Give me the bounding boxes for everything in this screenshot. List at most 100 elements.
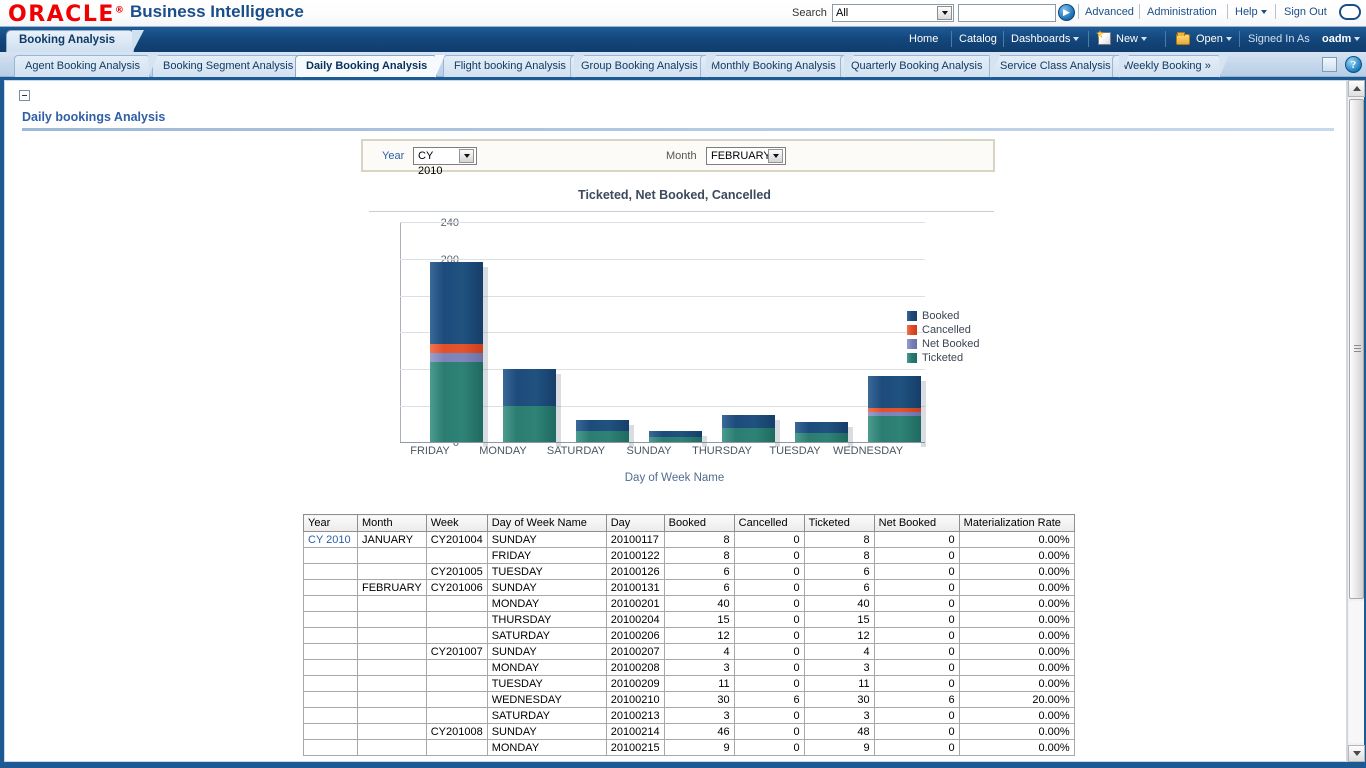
cell-week[interactable]: CY201006 bbox=[426, 580, 487, 596]
cell-booked[interactable]: 8 bbox=[664, 548, 734, 564]
cell-day[interactable]: 20100209 bbox=[606, 676, 664, 692]
advanced-link[interactable]: Advanced bbox=[1085, 6, 1134, 18]
cell-day[interactable]: 20100208 bbox=[606, 660, 664, 676]
nav-open-menu[interactable]: Open bbox=[1196, 33, 1232, 45]
cell-net-booked[interactable]: 0 bbox=[874, 660, 959, 676]
bar-saturday[interactable] bbox=[576, 420, 629, 442]
collapse-minus-icon[interactable] bbox=[19, 90, 30, 101]
cell-cancelled[interactable]: 0 bbox=[734, 660, 804, 676]
cell-net-booked[interactable]: 0 bbox=[874, 644, 959, 660]
search-go-icon[interactable]: ▶ bbox=[1058, 4, 1075, 21]
cell-day-of-week-name[interactable]: MONDAY bbox=[487, 740, 606, 756]
cell-day[interactable]: 20100126 bbox=[606, 564, 664, 580]
sign-out-link[interactable]: Sign Out bbox=[1284, 6, 1327, 18]
cell-ticketed[interactable]: 6 bbox=[804, 580, 874, 596]
cell-materialization-rate[interactable]: 0.00% bbox=[959, 628, 1074, 644]
cell-materialization-rate[interactable]: 0.00% bbox=[959, 644, 1074, 660]
cell-booked[interactable]: 30 bbox=[664, 692, 734, 708]
cell-cancelled[interactable]: 0 bbox=[734, 564, 804, 580]
cell-booked[interactable]: 11 bbox=[664, 676, 734, 692]
cell-day-of-week-name[interactable]: MONDAY bbox=[487, 660, 606, 676]
cell-day[interactable]: 20100131 bbox=[606, 580, 664, 596]
legend-item-cancelled[interactable]: Cancelled bbox=[907, 323, 979, 337]
cell-materialization-rate[interactable]: 0.00% bbox=[959, 724, 1074, 740]
nav-new-menu[interactable]: New bbox=[1116, 33, 1147, 45]
cell-materialization-rate[interactable]: 0.00% bbox=[959, 564, 1074, 580]
cell-net-booked[interactable]: 0 bbox=[874, 676, 959, 692]
cell-day-of-week-name[interactable]: SUNDAY bbox=[487, 532, 606, 548]
nav-home-link[interactable]: Home bbox=[909, 33, 938, 45]
col-cancelled[interactable]: Cancelled bbox=[734, 515, 804, 532]
cell-cancelled[interactable]: 0 bbox=[734, 724, 804, 740]
bar-monday[interactable] bbox=[503, 369, 556, 442]
bar-wednesday[interactable] bbox=[868, 376, 921, 442]
tab-group-booking-analysis[interactable]: Group Booking Analysis bbox=[570, 55, 708, 77]
cell-booked[interactable]: 40 bbox=[664, 596, 734, 612]
user-menu[interactable]: oadm bbox=[1322, 33, 1360, 45]
tab-quarterly-booking-analysis[interactable]: Quarterly Booking Analysis bbox=[840, 55, 992, 77]
cell-day-of-week-name[interactable]: THURSDAY bbox=[487, 612, 606, 628]
cell-net-booked[interactable]: 0 bbox=[874, 740, 959, 756]
month-select[interactable]: FEBRUARY bbox=[706, 147, 786, 165]
cell-net-booked[interactable]: 0 bbox=[874, 564, 959, 580]
cell-net-booked[interactable]: 6 bbox=[874, 692, 959, 708]
cell-month[interactable]: JANUARY bbox=[358, 532, 427, 548]
cell-materialization-rate[interactable]: 0.00% bbox=[959, 660, 1074, 676]
cell-week[interactable]: CY201004 bbox=[426, 532, 487, 548]
scroll-up-icon[interactable] bbox=[1348, 80, 1365, 97]
cell-day-of-week-name[interactable]: SUNDAY bbox=[487, 580, 606, 596]
cell-booked[interactable]: 46 bbox=[664, 724, 734, 740]
cell-ticketed[interactable]: 3 bbox=[804, 660, 874, 676]
cell-day[interactable]: 20100207 bbox=[606, 644, 664, 660]
cell-booked[interactable]: 8 bbox=[664, 532, 734, 548]
table-row[interactable]: TUESDAY201002091101100.00% bbox=[304, 676, 1075, 692]
tab-flight-booking-analysis[interactable]: Flight booking Analysis bbox=[443, 55, 576, 77]
search-scope-select[interactable]: All bbox=[832, 4, 954, 22]
table-row[interactable]: WEDNESDAY2010021030630620.00% bbox=[304, 692, 1075, 708]
cell-ticketed[interactable]: 9 bbox=[804, 740, 874, 756]
table-row[interactable]: MONDAY2010021590900.00% bbox=[304, 740, 1075, 756]
year-link[interactable]: CY 2010 bbox=[308, 534, 351, 546]
cell-ticketed[interactable]: 15 bbox=[804, 612, 874, 628]
vertical-scrollbar[interactable] bbox=[1347, 80, 1364, 762]
cell-booked[interactable]: 3 bbox=[664, 708, 734, 724]
chevron-down-icon[interactable] bbox=[768, 149, 783, 163]
cell-materialization-rate[interactable]: 0.00% bbox=[959, 708, 1074, 724]
cell-ticketed[interactable]: 12 bbox=[804, 628, 874, 644]
cell-ticketed[interactable]: 11 bbox=[804, 676, 874, 692]
cell-cancelled[interactable]: 0 bbox=[734, 644, 804, 660]
cell-booked[interactable]: 9 bbox=[664, 740, 734, 756]
cell-week[interactable]: CY201005 bbox=[426, 564, 487, 580]
cell-net-booked[interactable]: 0 bbox=[874, 612, 959, 628]
cell-day[interactable]: 20100214 bbox=[606, 724, 664, 740]
cell-ticketed[interactable]: 8 bbox=[804, 548, 874, 564]
cell-cancelled[interactable]: 0 bbox=[734, 740, 804, 756]
cell-booked[interactable]: 3 bbox=[664, 660, 734, 676]
cell-net-booked[interactable]: 0 bbox=[874, 724, 959, 740]
scrollbar-thumb[interactable] bbox=[1349, 99, 1364, 599]
scrollbar-track[interactable] bbox=[1349, 601, 1364, 743]
cell-day-of-week-name[interactable]: TUESDAY bbox=[487, 676, 606, 692]
cell-net-booked[interactable]: 0 bbox=[874, 532, 959, 548]
cell-cancelled[interactable]: 0 bbox=[734, 580, 804, 596]
cell-day-of-week-name[interactable]: SATURDAY bbox=[487, 708, 606, 724]
table-row[interactable]: CY201007SUNDAY2010020740400.00% bbox=[304, 644, 1075, 660]
cell-net-booked[interactable]: 0 bbox=[874, 708, 959, 724]
cell-cancelled[interactable]: 0 bbox=[734, 612, 804, 628]
cell-net-booked[interactable]: 0 bbox=[874, 596, 959, 612]
col-ticketed[interactable]: Ticketed bbox=[804, 515, 874, 532]
col-materialization-rate[interactable]: Materialization Rate bbox=[959, 515, 1074, 532]
col-net-booked[interactable]: Net Booked bbox=[874, 515, 959, 532]
cell-materialization-rate[interactable]: 0.00% bbox=[959, 532, 1074, 548]
col-booked[interactable]: Booked bbox=[664, 515, 734, 532]
search-input[interactable] bbox=[958, 4, 1056, 22]
chat-bubble-icon[interactable] bbox=[1339, 4, 1361, 20]
tab-service-class-analysis[interactable]: Service Class Analysis bbox=[989, 55, 1121, 77]
cell-ticketed[interactable]: 3 bbox=[804, 708, 874, 724]
bar-friday[interactable] bbox=[430, 262, 483, 442]
cell-day[interactable]: 20100213 bbox=[606, 708, 664, 724]
table-row[interactable]: FEBRUARYCY201006SUNDAY2010013160600.00% bbox=[304, 580, 1075, 596]
year-select[interactable]: CY 2010 bbox=[413, 147, 477, 165]
cell-booked[interactable]: 6 bbox=[664, 564, 734, 580]
cell-day-of-week-name[interactable]: WEDNESDAY bbox=[487, 692, 606, 708]
